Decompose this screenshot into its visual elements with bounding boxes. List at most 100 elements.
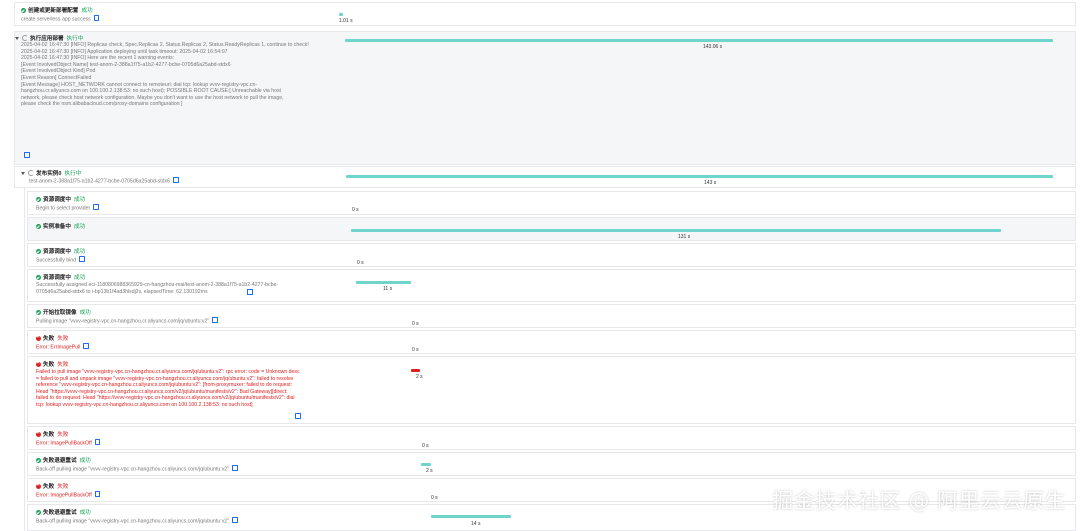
success-icon	[36, 458, 41, 463]
step-failure-pull-detail: 失败失败 Failed to pull image "vvvv-registry…	[27, 356, 1076, 424]
duration-bar	[411, 369, 420, 372]
duration-label: 2 s	[416, 374, 423, 380]
step-app-deploy: 执行应用部署 执行中 2025-04-02 16:47:30 [INFO] Rep…	[14, 31, 1076, 165]
duration-label: 11 s	[383, 286, 393, 292]
failure-icon	[36, 430, 41, 437]
step-status: 成功	[73, 197, 86, 203]
step-status: 成功	[73, 249, 86, 255]
step-backoff-retry-1: 失败退避重试 成功 Back-off pulling image "vvvv-re…	[27, 452, 1076, 476]
step-resource-scheduling: 资源调度中 成功 Begin to select provider 0 s	[27, 191, 1076, 215]
duration-label: 0 s	[412, 347, 419, 353]
duration-label: 0 s	[412, 321, 419, 327]
step-status: 成功	[79, 458, 91, 464]
step-name: 失败退避重试	[43, 458, 77, 464]
failure-icon	[36, 360, 41, 367]
step-release-instance: 发布实例0 执行中 test-anom-2-388a1f75-a1b2-4277-…	[14, 166, 1076, 188]
copy-icon[interactable]	[93, 15, 100, 21]
step-message: Error: ImagePullBackOff	[36, 440, 92, 447]
failure-icon	[36, 334, 41, 341]
step-message: create serverless app success	[21, 16, 91, 23]
step-status: 失败	[57, 336, 69, 342]
step-status: 失败	[57, 432, 69, 438]
step-failure-backoff-1: 失败失败 Error: ImagePullBackOff 0 s	[27, 426, 1076, 450]
step-resource-scheduling-bind: 资源调度中 成功 Successfully bind 0 s	[27, 243, 1076, 267]
nesting-line	[24, 188, 25, 531]
step-message: Begin to select provider	[36, 205, 91, 212]
step-message: Pulling image "vvvv-registry-vpc.cn-hang…	[36, 318, 210, 325]
step-name: 开始拉取镜像	[43, 310, 77, 316]
step-name: 资源调度中	[43, 275, 71, 281]
duration-label: 131 s	[678, 234, 691, 240]
step-status: 成功	[79, 510, 91, 516]
step-message: Failed to pull image "vvvv-registry-vpc.…	[36, 369, 300, 408]
duration-bar	[356, 281, 411, 284]
step-name: 失败	[43, 432, 55, 438]
duration-label: 143 s	[704, 180, 717, 186]
copy-icon[interactable]	[24, 152, 30, 158]
step-name: 失败	[43, 336, 55, 342]
success-icon	[36, 310, 41, 315]
success-icon	[21, 8, 26, 13]
copy-icon[interactable]	[94, 491, 101, 497]
step-status: 失败	[57, 484, 69, 490]
duration-bar	[351, 229, 1001, 232]
success-icon	[36, 224, 41, 229]
step-name: 创建或更新部署配置	[28, 8, 79, 14]
step-name: 失败退避重试	[43, 510, 77, 516]
duration-bar	[431, 515, 511, 518]
duration-label: 14 s	[471, 521, 481, 527]
copy-icon[interactable]	[232, 465, 238, 471]
step-resource-scheduling-assigned: 资源调度中 成功 Successfully assigned eci-118080…	[27, 269, 1076, 302]
step-message: Back-off pulling image "vvvv-registry-vp…	[36, 466, 230, 473]
step-instance-preparing: 实例准备中 成功 131 s	[27, 217, 1076, 241]
duration-label: 0 s	[422, 443, 429, 449]
copy-icon[interactable]	[247, 289, 253, 295]
duration-bar	[345, 39, 1053, 42]
step-message: Error: ImagePullBackOff	[36, 492, 92, 499]
step-name: 实例准备中	[43, 224, 71, 230]
step-name: 资源调度中	[43, 249, 71, 255]
step-message: Error: ErrImagePull	[36, 344, 81, 351]
duration-bar	[346, 175, 1053, 178]
step-status: 成功	[73, 275, 86, 281]
duration-label: 0 s	[357, 260, 364, 266]
watermark: 掘金技术社区 @ 阿里云云原生	[772, 489, 1066, 513]
duration-label: 0 s	[431, 495, 438, 501]
duration-bar	[339, 13, 343, 16]
copy-icon[interactable]	[212, 317, 218, 323]
running-icon	[28, 170, 34, 176]
step-message: Successfully bind	[36, 257, 77, 264]
copy-icon[interactable]	[94, 439, 101, 445]
duration-bar	[421, 463, 431, 466]
step-create-config: 创建或更新部署配置 成功 create serverless app succes…	[14, 2, 1076, 26]
copy-icon[interactable]	[79, 256, 85, 262]
step-name: 失败	[43, 362, 55, 368]
copy-icon[interactable]	[93, 204, 99, 210]
success-icon	[36, 275, 41, 280]
step-message: Successfully assigned eci-11808069883659…	[36, 282, 279, 295]
step-message: Back-off pulling image "vvvv-registry-vp…	[36, 518, 230, 525]
copy-icon[interactable]	[83, 343, 89, 349]
success-icon	[36, 510, 41, 515]
step-start-pull-image: 开始拉取镜像 成功 Pulling image "vvvv-registry-vp…	[27, 304, 1076, 328]
copy-icon[interactable]	[232, 517, 238, 523]
step-failure-err-image-pull: 失败失败 Error: ErrImagePull 0 s	[27, 330, 1076, 354]
step-message: 2025-04-02 16:47:30 [INFO] Replicas chec…	[21, 42, 309, 108]
step-status: 成功	[81, 8, 93, 14]
duration-label: 143.06 s	[703, 44, 723, 50]
copy-icon[interactable]	[173, 177, 179, 183]
step-name: 资源调度中	[43, 197, 71, 203]
collapse-caret-icon[interactable]	[15, 37, 19, 40]
duration-label: 0 s	[352, 207, 359, 213]
step-status: 成功	[79, 310, 91, 316]
success-icon	[36, 197, 41, 202]
duration-label: 1.01 s	[339, 18, 353, 24]
running-icon	[22, 35, 28, 41]
success-icon	[36, 249, 41, 254]
step-name: 失败	[43, 484, 55, 490]
copy-icon[interactable]	[295, 413, 301, 419]
collapse-caret-icon[interactable]	[21, 172, 25, 175]
step-status: 成功	[73, 224, 86, 230]
step-status: 失败	[57, 362, 69, 368]
duration-label: 2 s	[426, 468, 433, 474]
